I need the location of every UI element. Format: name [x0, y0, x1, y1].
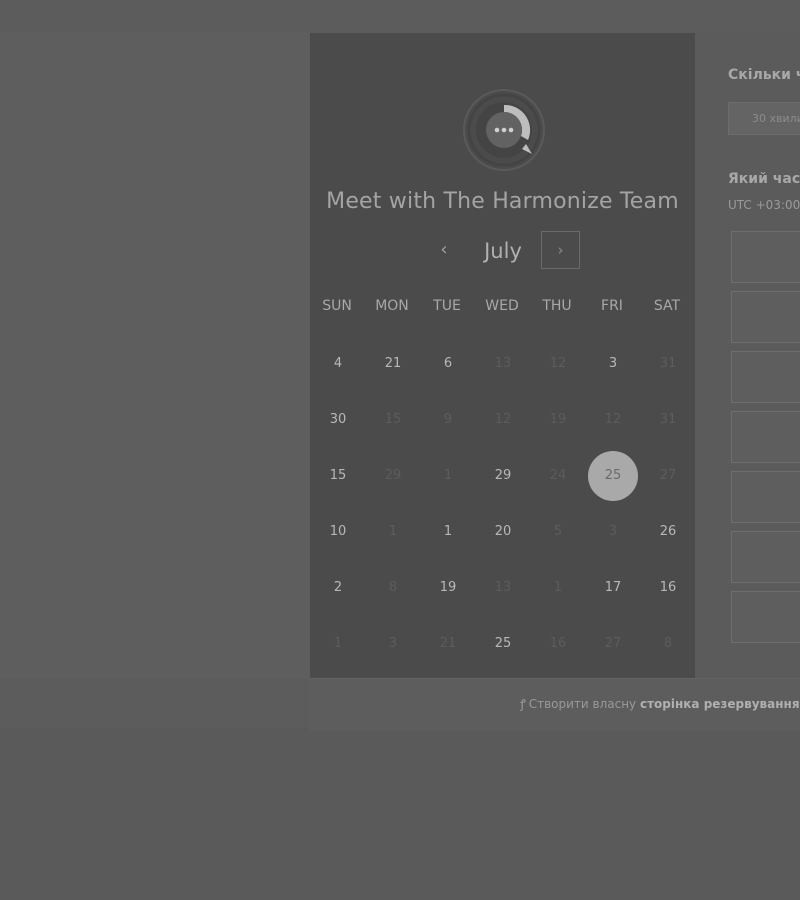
calendar-day[interactable]: 30 — [313, 395, 363, 445]
next-month-button[interactable]: › — [541, 231, 580, 269]
time-slot-button[interactable] — [731, 231, 800, 283]
calendar-day: 12 — [549, 356, 567, 371]
footer: ꝭ Створити власну сторінка резервування — [310, 678, 800, 731]
calendar-day: 1 — [443, 468, 453, 483]
calendar-day[interactable]: 1 — [423, 507, 473, 557]
duration-question: Скільки ч — [728, 67, 800, 83]
calendar-day: 3 — [608, 524, 618, 539]
calendar-day: 19 — [549, 412, 567, 427]
calendar-day[interactable]: 2 — [313, 563, 363, 613]
calendar-day[interactable]: 26 — [643, 507, 693, 557]
month-navigation: ‹ July › — [310, 231, 695, 271]
time-slot-button[interactable] — [731, 351, 800, 403]
footer-link-bold: сторінка резервування — [639, 697, 800, 711]
calendar-day[interactable]: 19 — [423, 563, 473, 613]
weekday-sat: SAT — [653, 298, 681, 314]
prev-month-button[interactable]: ‹ — [432, 231, 456, 271]
calendar-day: 1 — [388, 524, 398, 539]
calendar-day[interactable]: 4 — [313, 339, 363, 389]
calendar-day: 21 — [439, 636, 457, 651]
calendar-day: 15 — [384, 412, 402, 427]
time-slot-button[interactable] — [731, 291, 800, 343]
time-slot-button[interactable] — [731, 411, 800, 463]
calendar-day: 5 — [553, 524, 563, 539]
calendar-day[interactable]: 3 — [588, 339, 638, 389]
calendar-day: 9 — [443, 412, 453, 427]
booking-form-panel: Скільки ч 30 хвили Який час UTC +03:00 — [695, 33, 800, 678]
calendar-day: 12 — [494, 412, 512, 427]
calendar-day: 1 — [553, 580, 563, 595]
calendar-day[interactable]: 15 — [313, 451, 363, 501]
page-title: Meet with The Harmonize Team — [326, 189, 679, 214]
weekday-fri: FRI — [601, 298, 623, 314]
weekday-mon: MON — [375, 298, 409, 314]
calendar-day[interactable]: 6 — [423, 339, 473, 389]
calendar-day: 29 — [384, 468, 402, 483]
month-label: July — [484, 239, 522, 263]
calendar-day: 13 — [494, 356, 512, 371]
time-slot-button[interactable] — [731, 471, 800, 523]
calendar-day: 12 — [604, 412, 622, 427]
time-slot-button[interactable] — [731, 591, 800, 643]
calendar-day[interactable]: 10 — [313, 507, 363, 557]
calendar-day: 3 — [388, 636, 398, 651]
weekday-thu: THU — [542, 298, 572, 314]
timezone-label[interactable]: UTC +03:00 — [728, 198, 800, 212]
hubspot-sprocket-icon: ꝭ — [520, 697, 526, 711]
duration-option-button[interactable]: 30 хвили — [728, 102, 800, 135]
time-slot-button[interactable] — [731, 531, 800, 583]
calendar-day: 8 — [663, 636, 673, 651]
calendar-day: 13 — [494, 580, 512, 595]
footer-link-prefix: Створити власну — [528, 697, 640, 711]
calendar-day[interactable]: 25 — [478, 619, 528, 669]
calendar-day[interactable]: 20 — [478, 507, 528, 557]
calendar-panel: Meet with The Harmonize Team ‹ July › SU… — [310, 33, 695, 678]
calendar-day: 24 — [549, 468, 567, 483]
weekday-wed: WED — [485, 298, 519, 314]
weekday-tue: TUE — [433, 298, 461, 314]
weekday-sun: SUN — [322, 298, 352, 314]
page-backdrop-below — [0, 730, 800, 900]
create-booking-page-link[interactable]: ꝭ Створити власну сторінка резервування — [520, 695, 800, 712]
calendar-day[interactable]: 29 — [478, 451, 528, 501]
calendar-day: 16 — [549, 636, 567, 651]
time-question: Який час — [728, 171, 800, 187]
calendar-day[interactable]: 17 — [588, 563, 638, 613]
calendar-day[interactable]: 16 — [643, 563, 693, 613]
top-strip — [0, 0, 800, 33]
logo-icon — [463, 89, 545, 171]
calendar-day-selected[interactable]: 25 — [588, 451, 638, 501]
calendar-day: 27 — [604, 636, 622, 651]
calendar-day: 31 — [659, 412, 677, 427]
calendar-day: 1 — [333, 636, 343, 651]
calendar-day: 31 — [659, 356, 677, 371]
calendar-day[interactable]: 21 — [368, 339, 418, 389]
page-backdrop-left — [0, 33, 310, 678]
calendar-day: 27 — [659, 468, 677, 483]
calendar-day: 8 — [388, 580, 398, 595]
page-backdrop-bottom — [0, 678, 310, 728]
